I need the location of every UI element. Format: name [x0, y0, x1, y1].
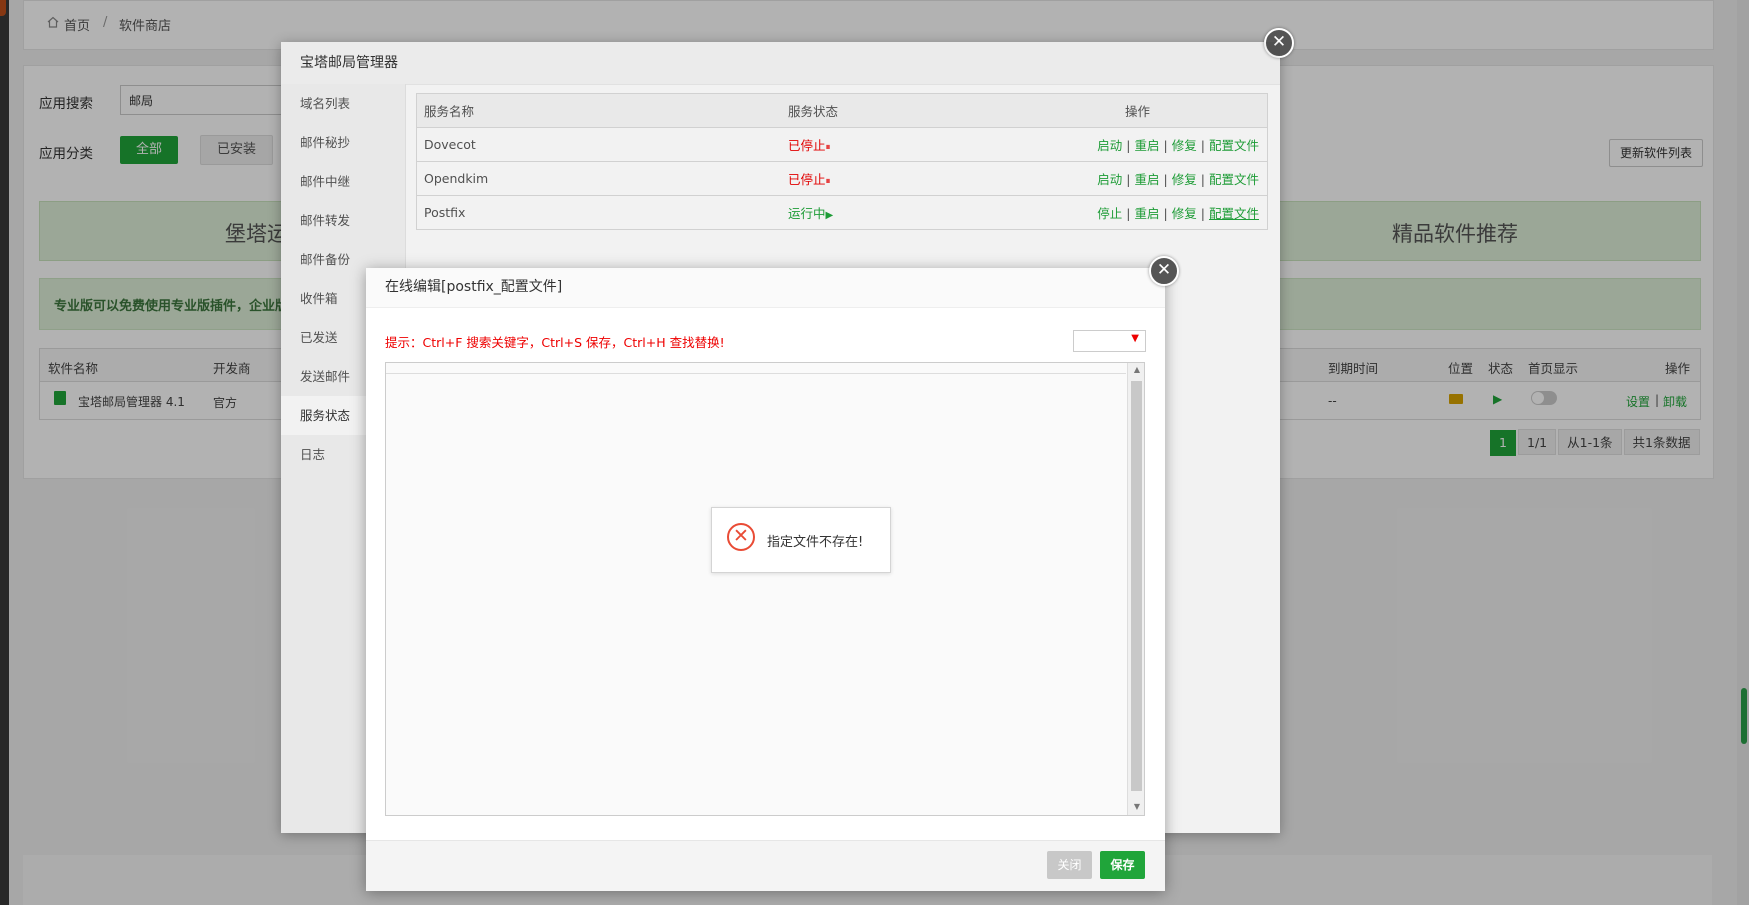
save-button[interactable]: 保存 [1100, 851, 1145, 879]
editor-modal-title: 在线编辑[postfix_配置文件] [366, 268, 1165, 308]
editor-tip: 提示：Ctrl+F 搜索关键字，Ctrl+S 保存，Ctrl+H 查找替换! [385, 335, 725, 350]
error-toast: ✕ 指定文件不存在! [711, 507, 891, 573]
scroll-up-icon[interactable]: ▲ [1134, 365, 1140, 374]
editor-scrollbar[interactable]: ▲ ▼ [1127, 363, 1144, 815]
code-editor-textarea[interactable] [386, 373, 1126, 815]
code-editor[interactable]: ▲ ▼ ✕ 指定文件不存在! [385, 362, 1145, 816]
caret-down-icon: ▼ [1131, 333, 1139, 344]
close-button[interactable]: 关闭 [1047, 851, 1092, 879]
error-message: 指定文件不存在! [767, 535, 864, 550]
scroll-down-icon[interactable]: ▼ [1134, 802, 1140, 811]
editor-modal-close-icon[interactable]: ✕ [1149, 256, 1179, 286]
online-editor-modal: 在线编辑[postfix_配置文件] 提示：Ctrl+F 搜索关键字，Ctrl+… [366, 268, 1165, 891]
error-icon: ✕ [727, 523, 755, 551]
editor-footer: 关闭 保存 [366, 840, 1165, 891]
editor-scrollbar-thumb[interactable] [1131, 381, 1142, 791]
encoding-select[interactable]: ▼ [1073, 330, 1146, 352]
